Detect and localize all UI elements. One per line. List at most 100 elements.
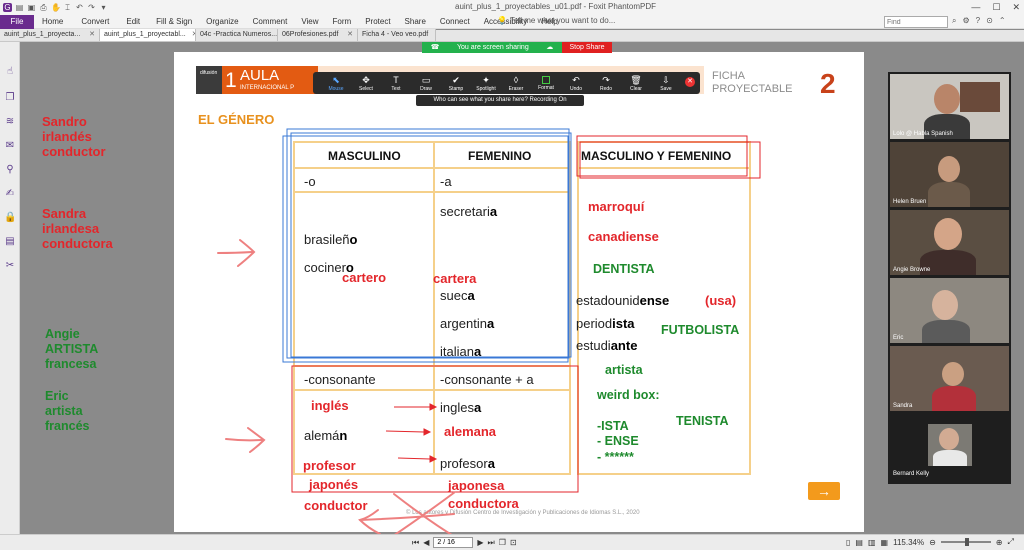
eraser-tool[interactable]: ◊ Eraser xyxy=(501,75,531,92)
undo-tool[interactable]: ↶ Undo xyxy=(561,75,591,92)
pages-icon[interactable]: ❐ xyxy=(4,92,16,104)
hand-icon[interactable]: ✋ xyxy=(51,3,61,12)
redo-icon[interactable]: ↷ xyxy=(87,3,96,12)
menu-convert[interactable]: Convert xyxy=(81,17,109,26)
comments-icon[interactable]: ✉ xyxy=(4,140,16,152)
zoom-slider-handle[interactable] xyxy=(964,538,969,546)
menu-share[interactable]: Share xyxy=(405,17,426,26)
participant-tile[interactable]: Bernard Kelly xyxy=(890,414,1009,479)
tab-doc-2[interactable]: auint_plus_1_proyectabl...✕ xyxy=(100,29,196,41)
next-page-icon[interactable]: ▶ xyxy=(477,538,483,547)
settings-icon[interactable]: ⚙ xyxy=(962,16,969,26)
tools-icon[interactable]: ✂ xyxy=(4,260,16,272)
zoom-slider[interactable] xyxy=(940,538,991,546)
cover-icon[interactable]: ▦ xyxy=(881,538,889,547)
attachment-icon[interactable]: ⚲ xyxy=(4,164,16,176)
tab-doc-5[interactable]: Ficha 4 - Veo veo.pdf ✕ xyxy=(358,29,436,41)
layers-icon[interactable]: ≋ xyxy=(4,116,16,128)
stop-share-button[interactable]: Stop Share xyxy=(562,42,612,53)
single-page-icon[interactable]: ▯ xyxy=(846,538,850,547)
account-icon[interactable]: ⊙ xyxy=(986,16,993,26)
page-number-input[interactable] xyxy=(433,537,474,548)
undo-icon[interactable]: ↶ xyxy=(75,3,84,12)
column-header-masculino-y-femenino: MASCULINO Y FEMENINO xyxy=(581,149,731,163)
participant-body xyxy=(928,182,970,207)
ending-fem-a: -a xyxy=(440,174,452,189)
ribbon-toggle-icon[interactable]: ⌃ xyxy=(999,16,1006,26)
close-tab-icon[interactable]: ✕ xyxy=(434,29,435,41)
word-sueca: sueca xyxy=(440,288,475,303)
menu-comment[interactable]: Comment xyxy=(253,17,288,26)
window-title: auint_plus_1_proyectables_u01.pdf - Foxi… xyxy=(455,2,657,11)
word-estudiante: estudiante xyxy=(576,338,637,353)
find-input[interactable] xyxy=(884,16,948,28)
file-menu[interactable]: File xyxy=(0,14,34,29)
participant-body xyxy=(922,320,970,343)
security-lock-icon[interactable]: 🔒 xyxy=(4,212,16,224)
participant-tile[interactable]: Angie Browne xyxy=(890,210,1009,275)
customize-icon[interactable]: ▾ xyxy=(99,3,108,12)
participant-tile[interactable]: Sandra xyxy=(890,346,1009,411)
spotlight-tool[interactable]: ✦ Spotlight xyxy=(471,75,501,92)
zoom-out-icon[interactable]: ⊖ xyxy=(929,538,936,547)
print-icon[interactable]: ⎙ xyxy=(39,3,48,12)
participant-tile[interactable]: Eric xyxy=(890,278,1009,343)
signature-icon[interactable]: ✍ xyxy=(4,188,16,200)
save-icon[interactable]: ▣ xyxy=(27,3,36,12)
participant-tile[interactable]: Lolo @ Habla Spanish xyxy=(890,74,1009,139)
menu-home[interactable]: Home xyxy=(42,17,63,26)
maximize-button[interactable]: ☐ xyxy=(992,0,1000,15)
redo-tool[interactable]: ↷ Redo xyxy=(591,75,621,92)
tab-doc-3[interactable]: 04c -Practica Numeros...✕ xyxy=(196,29,278,41)
form-icon[interactable]: ▤ xyxy=(4,236,16,248)
tool-label: Clear xyxy=(630,85,642,92)
help-icon[interactable]: ? xyxy=(976,16,980,26)
annotation-japones: japonés xyxy=(309,477,359,492)
select-tool[interactable]: ✥ Select xyxy=(351,75,381,92)
tell-me-box[interactable]: 💡 Tell me what you want to do... xyxy=(497,16,615,25)
previous-page-icon[interactable]: ◀ xyxy=(423,538,429,547)
word-brasileno: brasileño xyxy=(304,232,358,247)
open-icon[interactable]: ▤ xyxy=(15,3,24,12)
menu-fill-sign[interactable]: Fill & Sign xyxy=(156,17,192,26)
minimize-button[interactable]: — xyxy=(971,0,980,15)
participant-tile[interactable]: Helen Bruen xyxy=(890,142,1009,207)
aula-title: AULA xyxy=(240,67,279,84)
annotation-line: irlandesa xyxy=(42,221,100,236)
clear-tool[interactable]: 🗑 Clear xyxy=(621,75,651,92)
close-tab-icon[interactable]: ✕ xyxy=(89,29,95,41)
menu-protect[interactable]: Protect xyxy=(365,17,390,26)
copy-icon[interactable]: ❐ xyxy=(499,538,506,547)
first-page-icon[interactable]: ⏮ xyxy=(412,538,419,548)
tool-label: Text xyxy=(391,85,401,92)
menu-organize[interactable]: Organize xyxy=(206,17,238,26)
menu-edit[interactable]: Edit xyxy=(126,17,140,26)
fullscreen-icon[interactable]: ⤢ xyxy=(1008,537,1014,547)
zoom-level: 115.34% xyxy=(893,537,925,547)
fit-icon[interactable]: ⊡ xyxy=(510,538,517,547)
close-button[interactable]: ✕ xyxy=(1012,0,1020,15)
last-page-icon[interactable]: ⏭ xyxy=(488,538,495,548)
menu-view[interactable]: View xyxy=(301,17,318,26)
search-icon[interactable]: ⌕ xyxy=(952,16,956,26)
tab-doc-4[interactable]: 06Profesiones.pdf ✕ xyxy=(278,29,358,41)
facing-icon[interactable]: ▥ xyxy=(868,538,876,547)
participant-head xyxy=(932,290,958,320)
tab-doc-1[interactable]: auint_plus_1_proyecta... ✕ xyxy=(0,29,100,41)
save-tool[interactable]: ⇩ Save xyxy=(651,75,681,92)
close-tab-icon[interactable]: ✕ xyxy=(347,29,353,41)
close-toolbar-icon[interactable]: ✕ xyxy=(685,77,695,87)
menu-connect[interactable]: Connect xyxy=(440,17,470,26)
zoom-in-icon[interactable]: ⊕ xyxy=(996,538,1003,547)
recording-notice[interactable]: Who can see what you share here? Recordi… xyxy=(416,95,584,106)
select-icon[interactable]: ⌶ xyxy=(63,3,72,12)
continuous-icon[interactable]: ▤ xyxy=(855,538,863,547)
stamp-tool[interactable]: ✔ Stamp xyxy=(441,75,471,92)
text-tool[interactable]: T Text xyxy=(381,75,411,92)
hand-tool-icon[interactable]: ☝ xyxy=(4,66,16,78)
menu-bar: File Home Convert Edit Fill & Sign Organ… xyxy=(0,14,1024,29)
draw-tool[interactable]: ▭ Draw xyxy=(411,75,441,92)
menu-form[interactable]: Form xyxy=(333,17,352,26)
format-tool[interactable]: Format xyxy=(531,75,561,91)
mouse-tool[interactable]: ⬉ Mouse xyxy=(321,75,351,92)
